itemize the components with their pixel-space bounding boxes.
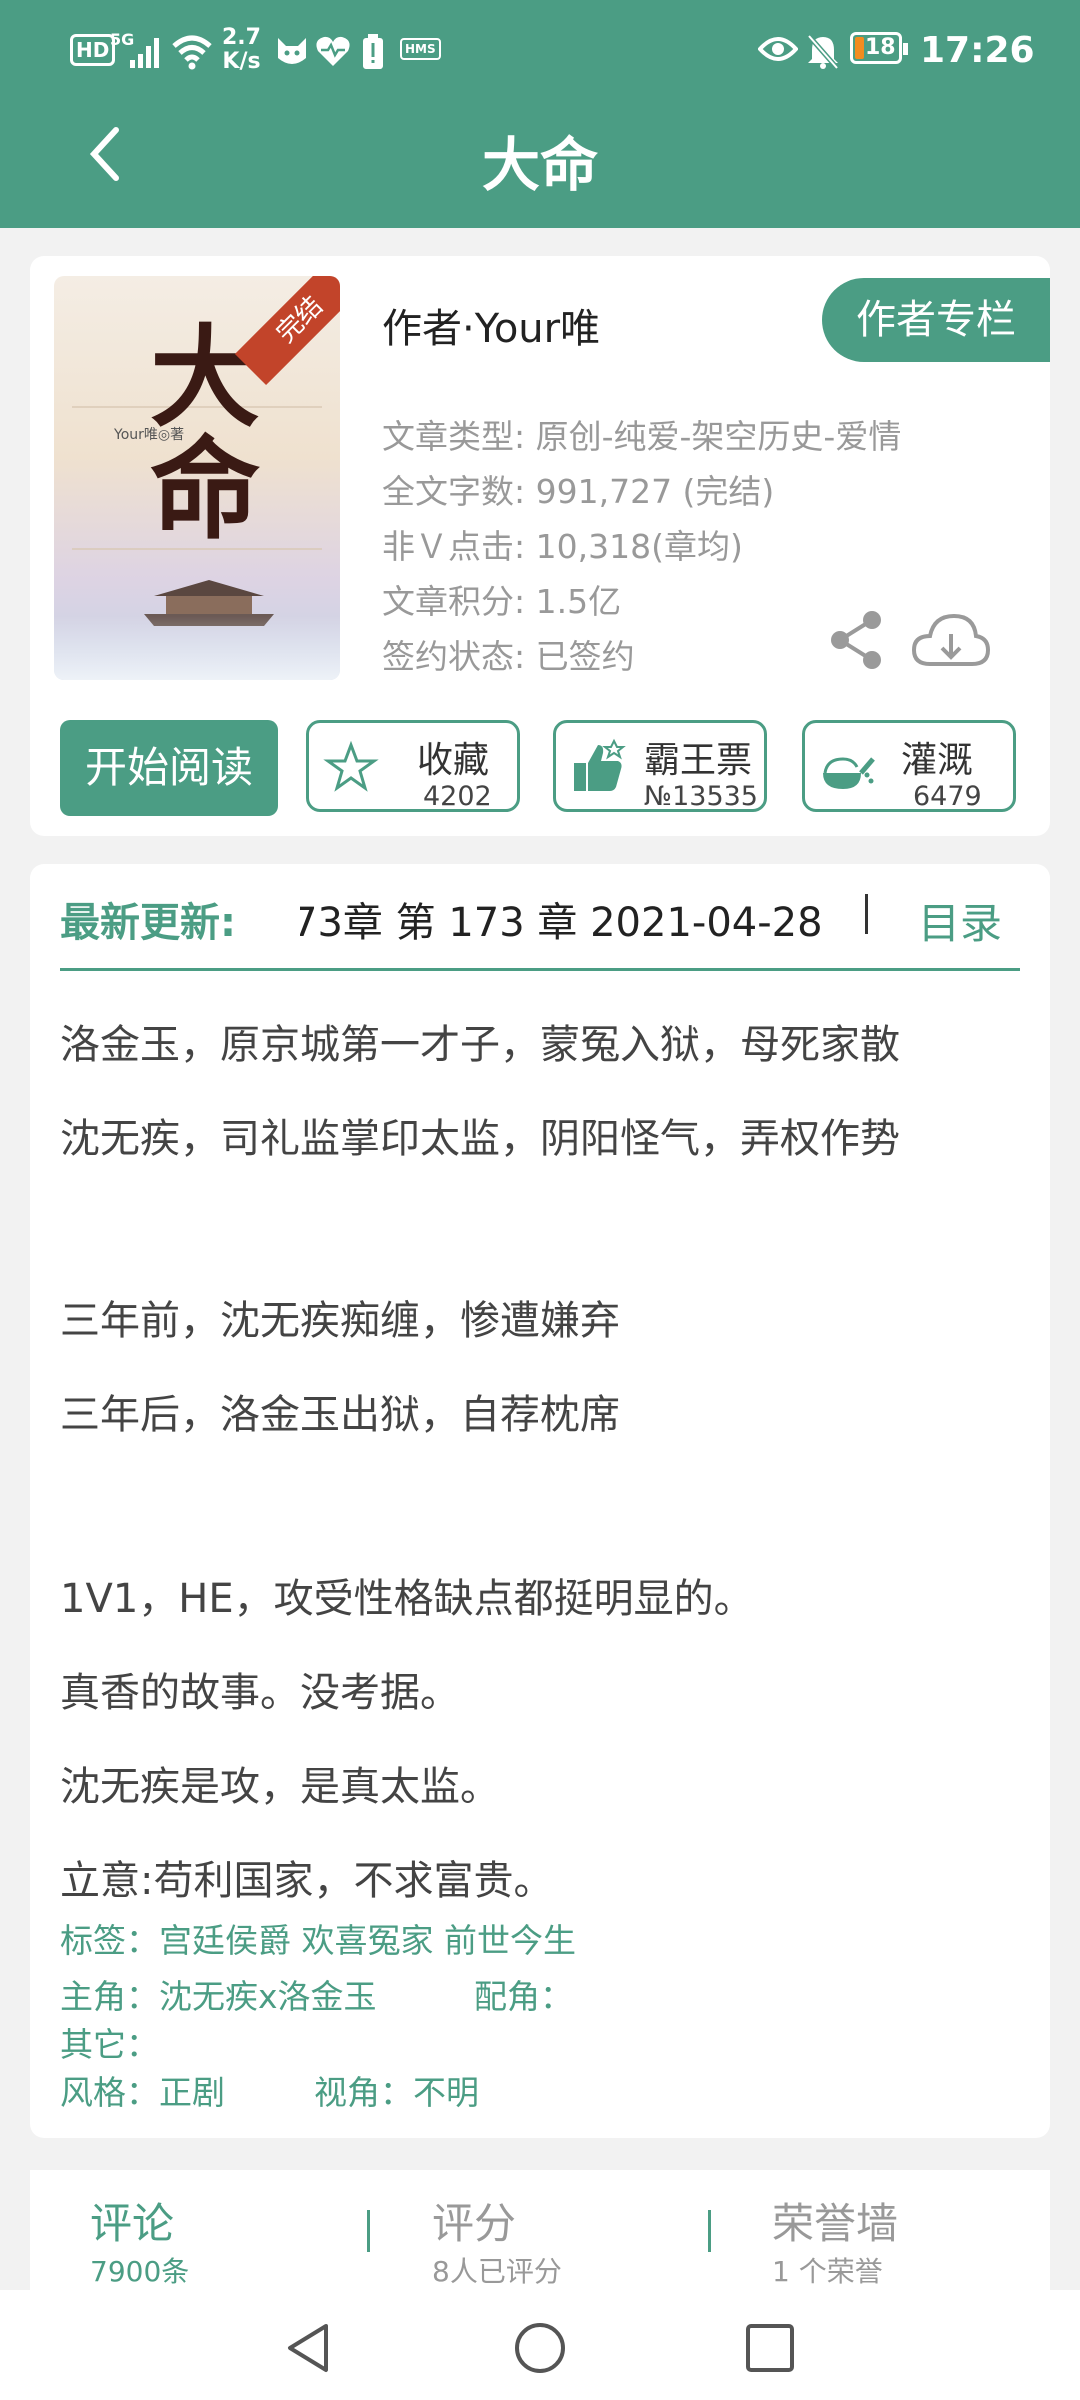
eye-icon — [757, 34, 799, 70]
tab-rating-count: 8人已评分 — [432, 2255, 562, 2288]
author-name[interactable]: 作者·Your唯 — [382, 296, 600, 354]
latest-update-text[interactable]: 73章 第 173 章 2021-04-28 — [300, 890, 860, 948]
support-roles: 配角： — [474, 1977, 573, 2016]
book-type: 文章类型: 原创-纯爱-架空历史-爱情 — [382, 417, 902, 456]
tab-rating[interactable]: 评分 — [432, 2190, 516, 2251]
system-nav-bar — [0, 2290, 1080, 2400]
clock: 17:26 — [920, 30, 1035, 71]
vote-label: 霸王票 — [644, 740, 753, 781]
net-speed: 2.7 K/s — [222, 25, 261, 74]
hd-icon: HD — [70, 34, 116, 70]
author-column-button[interactable]: 作者专栏 — [822, 278, 1050, 362]
book-sign-status: 签约状态: 已签约 — [382, 637, 635, 676]
water-count: 6479 — [913, 781, 982, 812]
share-button[interactable] — [828, 608, 886, 672]
description-line: 沈无疾是攻，是真太监。 — [60, 1764, 500, 1810]
mute-bell-icon — [806, 34, 840, 70]
main-roles: 主角：沈无疾x洛金玉 — [60, 1977, 377, 2016]
book-clicks: 非Ｖ点击: 10,318(章均) — [382, 527, 743, 566]
watering-icon — [823, 757, 875, 789]
alert-battery-icon — [362, 34, 384, 70]
share-icon — [831, 611, 881, 669]
description-line: 三年后，洛金玉出狱，自荐枕席 — [60, 1392, 620, 1438]
app-header: HD 5G 2.7 K/s HMS 18 17:26 大命 — [0, 0, 1080, 228]
style-info: 风格：正剧 — [60, 2073, 225, 2112]
section-divider — [60, 968, 1020, 971]
battery-icon: 18 — [850, 32, 908, 68]
book-cover[interactable]: 大命 Your唯◎著 完结 — [54, 276, 340, 680]
page-title: 大命 — [481, 131, 598, 199]
description-line: 沈无疾，司礼监掌印太监，阴阳怪气，弄权作势 — [60, 1116, 900, 1162]
thumbs-up-icon — [574, 738, 626, 791]
wifi-icon — [170, 34, 214, 70]
book-word-count: 全文字数: 991,727 (完结) — [382, 472, 775, 511]
latest-update-label: 最新更新: — [60, 900, 236, 946]
tab-separator — [708, 2210, 711, 2252]
cat-app-icon — [275, 34, 309, 70]
vote-button[interactable]: 霸王票 №13535 — [553, 720, 767, 812]
vote-count: №13535 — [644, 781, 758, 812]
collect-label: 收藏 — [417, 740, 490, 781]
hms-icon: HMS — [400, 38, 441, 74]
tab-separator — [367, 2210, 370, 2252]
collect-count: 4202 — [423, 781, 492, 812]
latest-separator — [865, 894, 868, 934]
tab-honor-wall[interactable]: 荣誉墙 — [772, 2190, 898, 2251]
description-line: 真香的故事。没考据。 — [60, 1670, 460, 1716]
description-line: 洛金玉，原京城第一才子，蒙冤入狱，母死家散 — [60, 1022, 900, 1068]
nav-recent-icon[interactable] — [744, 2322, 796, 2374]
cover-author: Your唯◎著 — [114, 427, 185, 443]
nav-home-icon[interactable] — [512, 2320, 568, 2376]
health-icon — [315, 34, 351, 70]
view-info: 视角：不明 — [314, 2073, 479, 2112]
collect-button[interactable]: 收藏 4202 — [306, 720, 520, 812]
cloud-download-icon — [911, 613, 991, 666]
other-roles: 其它： — [60, 2025, 159, 2064]
tab-honor-count: 1 个荣誉 — [772, 2255, 883, 2288]
description-line: 三年前，沈无疾痴缠，惨遭嫌弃 — [60, 1298, 620, 1344]
star-icon — [323, 740, 379, 792]
tab-comments-count: 7900条 — [90, 2255, 190, 2288]
description-line: 1V1，HE，攻受性格缺点都挺明显的。 — [60, 1576, 754, 1622]
tab-comments[interactable]: 评论 — [90, 2190, 174, 2251]
download-button[interactable] — [910, 608, 992, 672]
nav-back-icon[interactable] — [282, 2320, 334, 2376]
tags-line[interactable]: 标签：宫廷侯爵 欢喜冤家 前世今生 — [60, 1914, 576, 1962]
water-button[interactable]: 灌溉 6479 — [802, 720, 1016, 812]
description-line: 立意:苟利国家，不求富贵。 — [60, 1858, 554, 1904]
water-label: 灌溉 — [901, 740, 974, 781]
book-score: 文章积分: 1.5亿 — [382, 582, 622, 621]
catalog-link[interactable]: 目录 — [918, 890, 1002, 951]
start-reading-button[interactable]: 开始阅读 — [60, 720, 278, 816]
